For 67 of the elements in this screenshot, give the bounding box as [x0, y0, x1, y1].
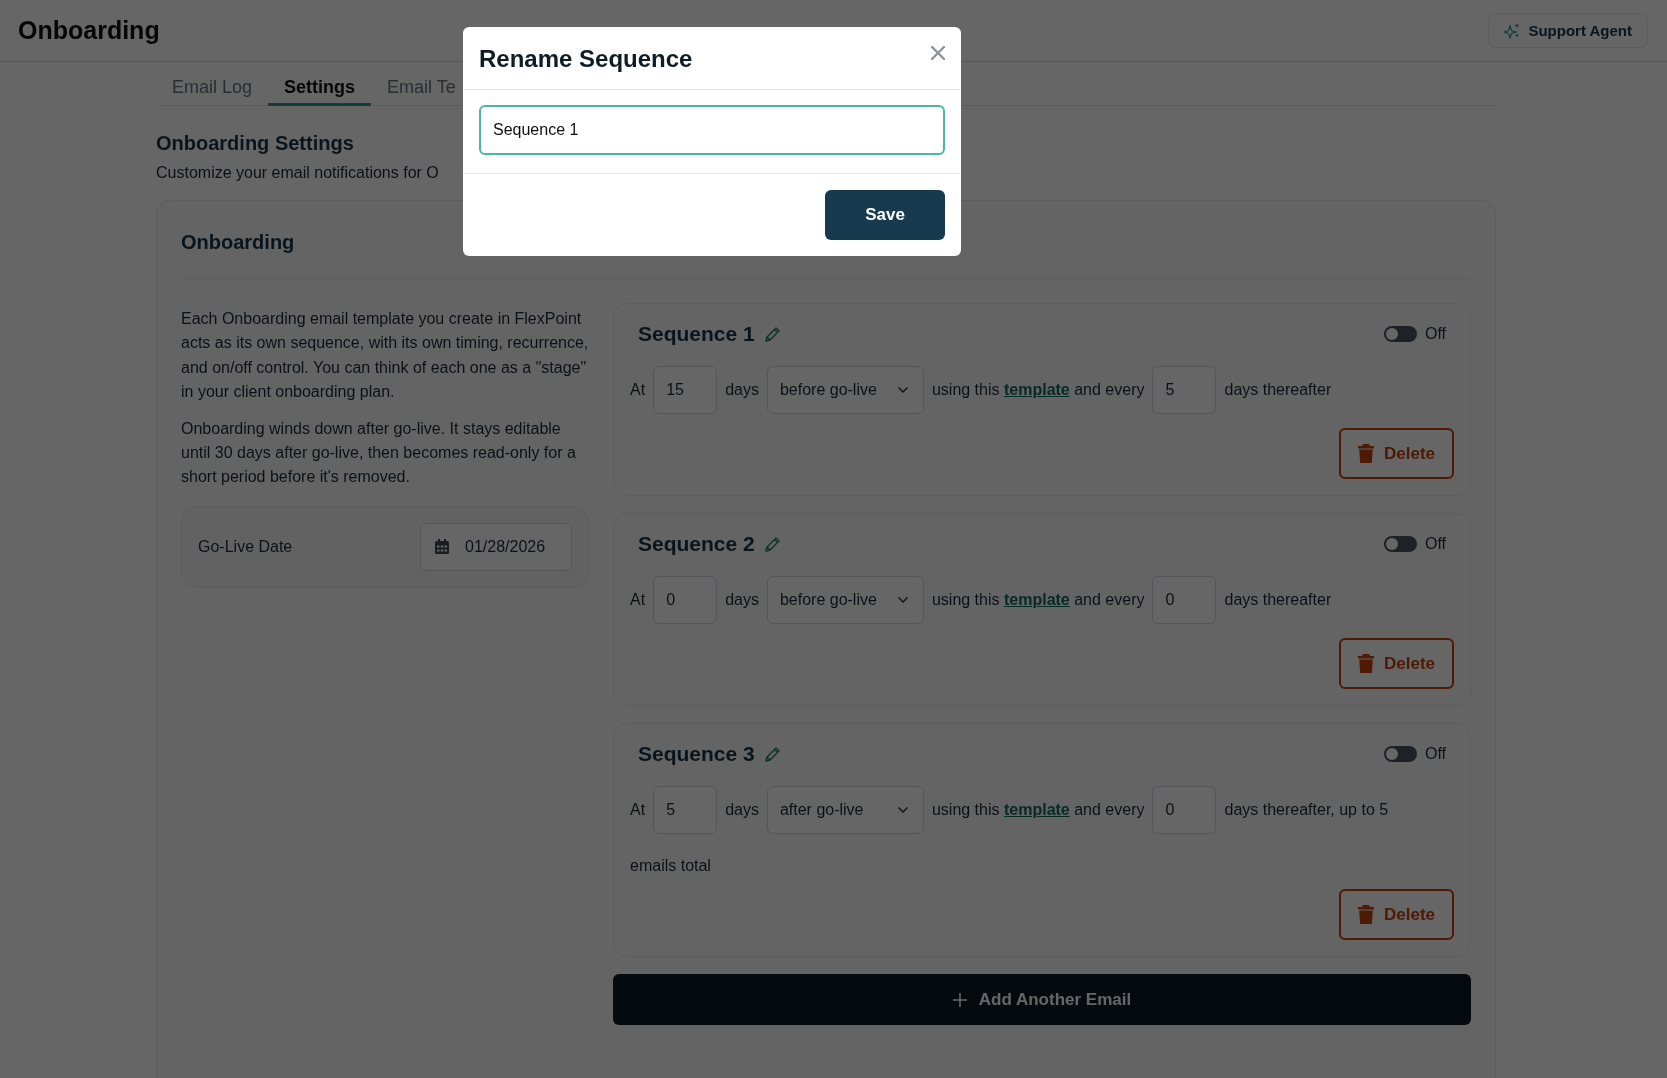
rule-text: using this template and every [931, 591, 1145, 609]
at-label: At [630, 591, 646, 609]
sparkle-icon [1504, 22, 1521, 39]
rule-text: days thereafter [1224, 591, 1332, 609]
close-icon [931, 46, 945, 60]
template-link[interactable]: template [1003, 801, 1070, 818]
days-label: days [725, 381, 759, 399]
add-email-button[interactable]: Add Another Email [613, 974, 1471, 1025]
rule-text: days thereafter [1224, 381, 1332, 399]
timing-select[interactable]: before go-live [766, 366, 924, 414]
at-label: At [630, 801, 646, 819]
plus-icon [952, 992, 967, 1007]
toggle-label: Off [1424, 325, 1446, 343]
tab[interactable]: Email Log [156, 62, 269, 106]
description-text: Onboarding winds down after go-live. It stays editable until 30 days after go-live, then becomes read-only for a short period before it's removed. [181, 418, 577, 488]
date-field[interactable]: 01/28/2026 [420, 522, 572, 571]
sequence-name: Sequence 2 [638, 532, 755, 556]
tab[interactable]: Email Te [371, 62, 472, 106]
delete-button[interactable]: Delete [1338, 428, 1454, 479]
interval-input[interactable]: 5 [1152, 366, 1217, 414]
chevron-down-icon [896, 386, 909, 394]
dialog-title: Rename Sequence [479, 45, 693, 73]
days-label: days [725, 801, 759, 819]
close-button[interactable] [931, 46, 945, 60]
interval-input[interactable]: 0 [1152, 786, 1217, 834]
card-title: Onboarding [181, 231, 296, 254]
description-text: Each Onboarding email template you create in FlexPoint acts as its own sequence, with its own timing, recurrence, and on/off control. You can think of each one as a "stage" in your client onboarding plan. [181, 309, 589, 403]
template-link[interactable]: template [1003, 381, 1070, 398]
toggle-switch[interactable] [1383, 536, 1417, 552]
interval-input[interactable]: 0 [1152, 576, 1217, 624]
delete-button[interactable]: Delete [1338, 889, 1454, 940]
page-title: Onboarding [18, 16, 160, 45]
calendar-icon [435, 539, 449, 555]
support-agent-button[interactable]: Support Agent [1488, 13, 1648, 48]
days-input[interactable]: 0 [653, 576, 718, 624]
sequence-name: Sequence 3 [638, 742, 755, 766]
days-input[interactable]: 15 [653, 366, 718, 414]
pencil-icon[interactable] [763, 535, 781, 553]
rule-text: emails total [630, 857, 712, 875]
toggle-switch[interactable] [1383, 326, 1417, 342]
rule-text: using this template and every [931, 381, 1145, 399]
toggle-label: Off [1424, 535, 1446, 553]
save-button[interactable]: Save [825, 190, 945, 240]
tab[interactable]: Settings [268, 62, 372, 106]
toggle-switch[interactable] [1383, 746, 1417, 762]
timing-select[interactable]: after go-live [766, 786, 924, 834]
go-live-label: Go-Live Date [198, 537, 293, 556]
rule-text: days thereafter, up to 5 [1224, 801, 1389, 819]
trash-icon [1357, 444, 1374, 463]
delete-button[interactable]: Delete [1338, 638, 1454, 689]
pencil-icon[interactable] [763, 745, 781, 763]
name-input[interactable]: Sequence 1 [479, 105, 945, 155]
trash-icon [1357, 654, 1374, 673]
sequence-name: Sequence 1 [638, 322, 755, 346]
days-label: days [725, 591, 759, 609]
days-input[interactable]: 5 [653, 786, 718, 834]
toggle-label: Off [1424, 745, 1446, 763]
chevron-down-icon [896, 596, 909, 604]
rule-text: using this template and every [931, 801, 1145, 819]
chevron-down-icon [896, 806, 909, 814]
trash-icon [1357, 905, 1374, 924]
template-link[interactable]: template [1003, 591, 1070, 608]
timing-select[interactable]: before go-live [766, 576, 924, 624]
pencil-icon[interactable] [763, 325, 781, 343]
section-subtitle: Customize your email notifications for O [156, 164, 440, 182]
section-title: Onboarding Settings [156, 132, 355, 155]
at-label: At [630, 381, 646, 399]
